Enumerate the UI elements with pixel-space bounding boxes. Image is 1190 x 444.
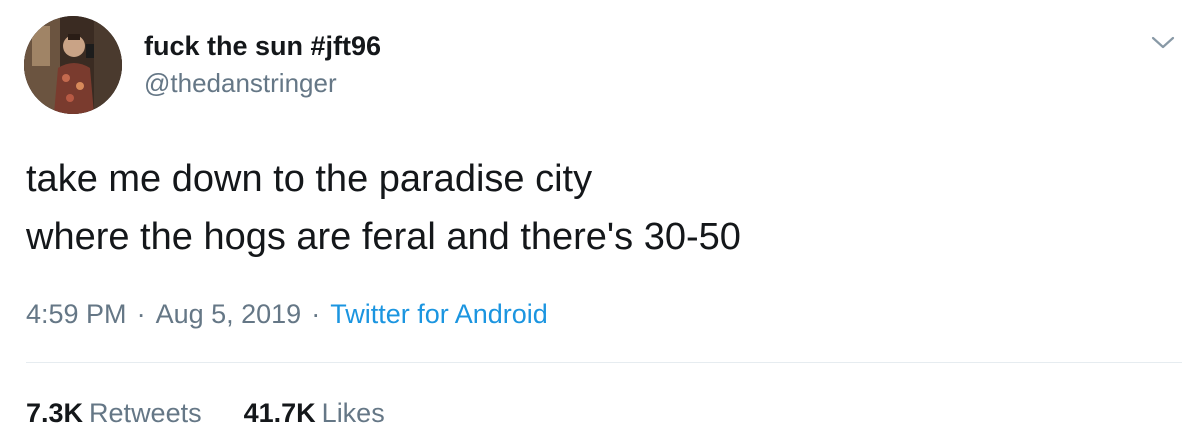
tweet-card: fuck the sun #jft96 @thedanstringer take…: [0, 0, 1190, 444]
tweet-text-line: take me down to the paradise city: [26, 158, 593, 200]
tweet-text: take me down to the paradise city where …: [26, 150, 741, 266]
avatar[interactable]: [24, 16, 122, 114]
likes-label: Likes: [321, 398, 385, 428]
user-handle[interactable]: @thedanstringer: [144, 67, 337, 99]
meta-separator: ·: [311, 299, 321, 329]
retweets-label: Retweets: [89, 398, 202, 428]
likes-stat[interactable]: 41.7K Likes: [244, 396, 385, 430]
tweet-source-link[interactable]: Twitter for Android: [330, 299, 548, 329]
tweet-stats: 7.3K Retweets 41.7K Likes: [26, 396, 385, 430]
avatar-photo: [24, 16, 122, 114]
tweet-time[interactable]: 4:59 PM: [26, 299, 127, 329]
likes-count: 41.7K: [243, 398, 316, 428]
display-name[interactable]: fuck the sun #jft96: [144, 30, 381, 62]
tweet-date[interactable]: Aug 5, 2019: [156, 299, 302, 329]
divider: [26, 362, 1182, 363]
tweet-meta: 4:59 PM · Aug 5, 2019 · Twitter for Android: [26, 297, 548, 331]
retweets-stat[interactable]: 7.3K Retweets: [26, 396, 202, 430]
chevron-down-icon[interactable]: [1148, 30, 1178, 54]
meta-separator: ·: [136, 299, 146, 329]
tweet-text-line: where the hogs are feral and there's 30-…: [26, 216, 741, 258]
retweets-count: 7.3K: [26, 398, 84, 428]
